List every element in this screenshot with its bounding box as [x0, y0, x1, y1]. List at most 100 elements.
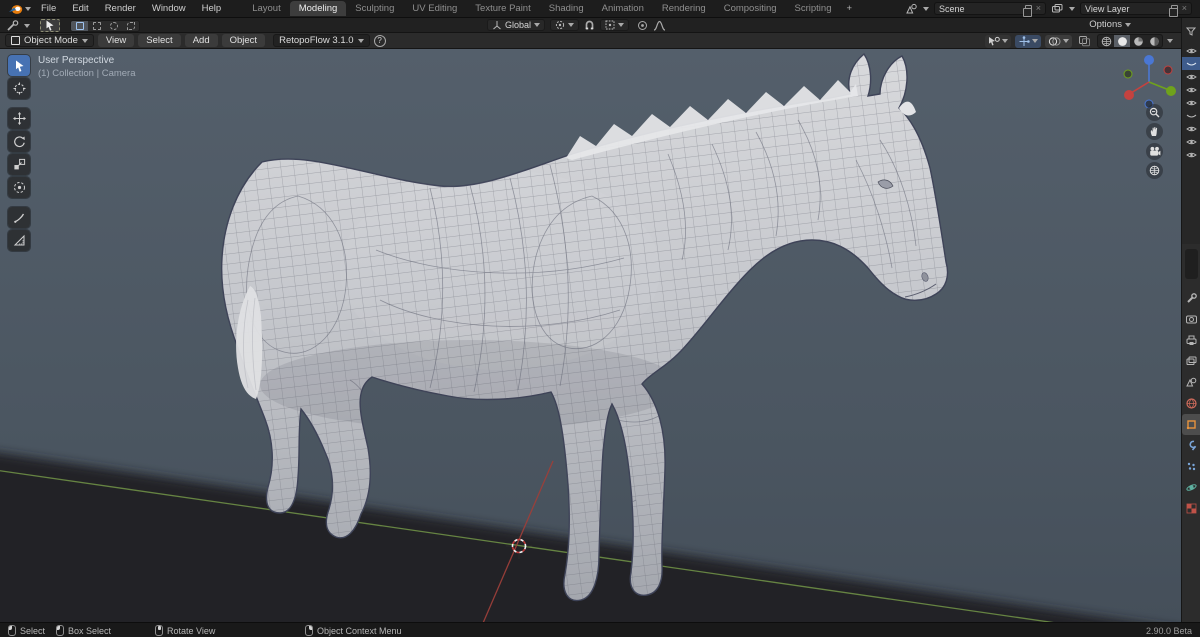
view-layer-icon[interactable]	[1051, 3, 1064, 14]
tab-compositing[interactable]: Compositing	[715, 1, 786, 16]
menu-add[interactable]: Add	[184, 34, 218, 47]
gizmo-z-axis[interactable]	[1144, 55, 1154, 65]
chevron-down-icon[interactable]	[1167, 39, 1173, 43]
add-workspace-button[interactable]: +	[840, 1, 858, 16]
particle-properties-tab[interactable]	[1182, 456, 1200, 477]
tab-animation[interactable]: Animation	[593, 1, 653, 16]
scene-field[interactable]: Scene ×	[934, 2, 1046, 17]
editor-type-icon[interactable]	[6, 19, 20, 32]
chevron-down-icon[interactable]	[25, 6, 31, 11]
menu-edit[interactable]: Edit	[64, 0, 96, 17]
modifier-properties-tab[interactable]	[1182, 435, 1200, 456]
world-properties-tab[interactable]	[1182, 393, 1200, 414]
pan-hand-button[interactable]	[1146, 123, 1163, 140]
zoom-button[interactable]	[1146, 104, 1163, 121]
viewport-3d[interactable]: User Perspective (1) Collection | Camera	[0, 49, 1181, 622]
tool-scale[interactable]	[8, 154, 30, 175]
tab-texture-paint[interactable]: Texture Paint	[466, 1, 539, 16]
visibility-toggle-selected[interactable]	[1182, 57, 1200, 70]
visibility-toggle[interactable]	[1182, 96, 1200, 109]
menu-file[interactable]: File	[33, 0, 64, 17]
scene-properties-tab[interactable]	[1182, 372, 1200, 393]
visibility-toggle[interactable]	[1182, 44, 1200, 57]
menu-object[interactable]: Object	[221, 34, 266, 47]
new-scene-icon[interactable]	[1022, 5, 1032, 17]
object-types-visibility-dropdown[interactable]	[985, 34, 1011, 48]
perspective-toggle-button[interactable]	[1146, 162, 1163, 179]
options-dropdown[interactable]: Options	[1089, 19, 1122, 30]
visibility-toggle[interactable]	[1182, 70, 1200, 83]
close-icon[interactable]: ×	[1036, 4, 1041, 13]
gizmos-dropdown[interactable]	[1015, 34, 1041, 48]
shading-rendered-icon[interactable]	[1146, 35, 1162, 47]
tool-rotate[interactable]	[8, 131, 30, 152]
visibility-toggle[interactable]	[1182, 135, 1200, 148]
select-mode-box[interactable]	[88, 20, 105, 31]
gizmo-y-neg[interactable]	[1123, 69, 1133, 79]
visibility-toggle[interactable]	[1182, 122, 1200, 135]
tool-transform[interactable]	[8, 177, 30, 198]
menu-window[interactable]: Window	[144, 0, 194, 17]
visibility-toggle-hidden[interactable]	[1182, 109, 1200, 122]
physics-properties-tab[interactable]	[1182, 477, 1200, 498]
tab-modeling[interactable]: Modeling	[289, 1, 347, 16]
new-view-layer-icon[interactable]	[1168, 5, 1178, 17]
gizmo-x-axis[interactable]	[1124, 90, 1134, 100]
visibility-toggle[interactable]	[1182, 148, 1200, 161]
shading-material-icon[interactable]	[1130, 35, 1146, 47]
menu-view[interactable]: View	[97, 34, 135, 47]
tool-move[interactable]	[8, 108, 30, 129]
tab-shading[interactable]: Shading	[540, 1, 593, 16]
proportional-editing-icon[interactable]	[637, 20, 648, 31]
tool-select-box[interactable]	[8, 55, 30, 76]
object-properties-tab[interactable]	[1181, 414, 1200, 435]
shading-wireframe-icon[interactable]	[1098, 35, 1114, 47]
viewport-canvas[interactable]	[0, 49, 1181, 622]
menu-help[interactable]: Help	[194, 0, 230, 17]
pivot-point-dropdown[interactable]	[550, 19, 580, 31]
gizmo-y-axis[interactable]	[1166, 86, 1176, 96]
tool-measure[interactable]	[8, 230, 30, 251]
select-mode-circle[interactable]	[105, 20, 122, 31]
xray-toggle-icon[interactable]	[1078, 35, 1091, 47]
chevron-down-icon[interactable]	[24, 23, 30, 28]
view-layer-properties-tab[interactable]	[1182, 351, 1200, 372]
chevron-down-icon[interactable]	[1069, 6, 1075, 11]
tab-layout[interactable]: Layout	[243, 1, 290, 16]
output-properties-tab[interactable]	[1182, 330, 1200, 351]
camera-view-button[interactable]	[1146, 143, 1163, 160]
tab-uv-editing[interactable]: UV Editing	[403, 1, 466, 16]
visibility-toggle[interactable]	[1182, 83, 1200, 96]
blender-logo-icon[interactable]	[8, 3, 23, 15]
snap-target-dropdown[interactable]	[600, 19, 630, 31]
outliner-filter-icon[interactable]	[1182, 18, 1200, 44]
tool-properties-tab[interactable]	[1182, 288, 1200, 309]
view-layer-field[interactable]: View Layer ×	[1080, 2, 1192, 17]
select-mode-lasso[interactable]	[122, 20, 139, 31]
falloff-curve-icon[interactable]	[653, 20, 666, 31]
close-icon[interactable]: ×	[1182, 4, 1187, 13]
scene-icon[interactable]	[905, 3, 918, 14]
snap-magnet-icon[interactable]	[584, 20, 595, 31]
active-tool-button[interactable]	[40, 19, 60, 32]
gizmo-x-neg[interactable]	[1163, 65, 1173, 75]
render-properties-tab[interactable]	[1182, 309, 1200, 330]
help-button[interactable]: ?	[373, 34, 386, 47]
tool-cursor[interactable]	[8, 78, 30, 99]
retopoflow-dropdown[interactable]: RetopoFlow 3.1.0	[273, 34, 370, 47]
chevron-down-icon[interactable]	[1125, 22, 1131, 27]
overlays-dropdown[interactable]	[1045, 34, 1072, 48]
tab-sculpting[interactable]: Sculpting	[346, 1, 403, 16]
shading-solid-icon[interactable]	[1114, 35, 1130, 47]
tab-rendering[interactable]: Rendering	[653, 1, 715, 16]
transform-orientation-dropdown[interactable]: Global	[487, 19, 546, 31]
select-mode-tweak[interactable]	[71, 20, 88, 31]
chevron-down-icon[interactable]	[923, 6, 929, 11]
mode-dropdown[interactable]: Object Mode	[5, 34, 94, 47]
tab-scripting[interactable]: Scripting	[786, 1, 841, 16]
properties-editor-chip[interactable]	[1184, 249, 1198, 279]
tool-annotate[interactable]	[8, 207, 30, 228]
menu-render[interactable]: Render	[97, 0, 144, 17]
menu-select[interactable]: Select	[138, 34, 181, 47]
texture-properties-tab[interactable]	[1182, 498, 1200, 519]
